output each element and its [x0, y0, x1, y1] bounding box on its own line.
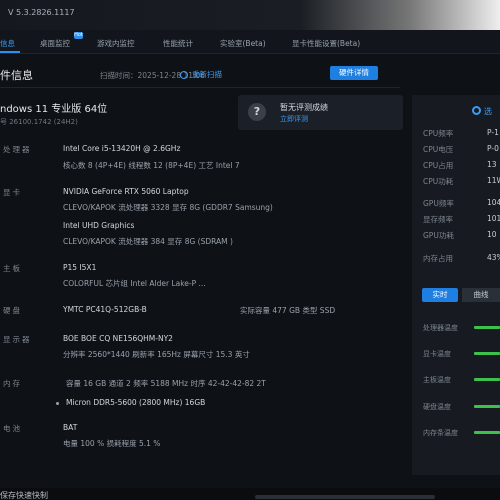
gpu1-name: NVIDIA GeForce RTX 5060 Laptop [63, 187, 189, 196]
page-title: 件信息 [0, 69, 33, 82]
gpu2-detail: CLEVO/KAPOK 流处理器 384 显存 8G (SDRAM ) [63, 237, 233, 246]
stat-label: CPU占用 [423, 161, 454, 170]
battery-detail: 电量 100 % 损耗程度 5.1 % [63, 439, 161, 448]
temp-bar [474, 405, 500, 408]
temp-label: 主板温度 [423, 376, 451, 384]
stat-value: 101 [487, 214, 500, 223]
rescan-button[interactable]: 重新扫描 [180, 69, 222, 80]
memory-detail: 容量 16 GB 通道 2 频率 5188 MHz 时序 42-42-42-82… [66, 379, 266, 388]
hardware-detail-button[interactable]: 硬件详情 [330, 66, 378, 80]
stat-label: 显存频率 [423, 215, 453, 224]
select-label[interactable]: 选 [484, 106, 492, 117]
stat-value: 43% [487, 253, 500, 262]
stat-label: 内存占用 [423, 254, 453, 263]
stat-value: 10 [487, 230, 497, 239]
refresh-icon [180, 70, 188, 79]
tab-desktop-monitor[interactable]: 桌面监控 [40, 38, 70, 49]
stat-label: CPU电压 [423, 145, 454, 154]
cpu-label: 处理器 [3, 145, 32, 154]
gpu1-detail: CLEVO/KAPOK 流处理器 3328 显存 8G (GDDR7 Samsu… [63, 203, 273, 212]
rescan-label: 重新扫描 [192, 70, 222, 79]
evaluation-title: 暂无评测成绩 [280, 103, 328, 112]
monitor-label: 显示器 [3, 335, 32, 344]
stat-label: CPU频率 [423, 129, 454, 138]
stat-label: GPU功耗 [423, 231, 454, 240]
battery-label: 电池 [3, 424, 22, 433]
temp-label: 处理器温度 [423, 324, 458, 332]
temp-label: 内存条温度 [423, 429, 458, 437]
disk-label: 硬盘 [3, 306, 22, 315]
stat-value: P-1 [487, 128, 499, 137]
gpu-label: 显卡 [3, 188, 22, 197]
stat-value: 13 [487, 160, 497, 169]
stat-label: CPU功耗 [423, 177, 454, 186]
stat-value: P-0 [487, 144, 499, 153]
mainboard-label: 主板 [3, 264, 22, 273]
gear-icon[interactable] [472, 106, 481, 115]
evaluate-now-link[interactable]: 立即评测 [280, 114, 308, 124]
stat-value: 11W [487, 176, 500, 185]
active-tab-indicator [0, 51, 20, 53]
memory-module: Micron DDR5-5600 (2800 MHz) 16GB [66, 398, 206, 407]
tab-info[interactable]: 信息 [0, 38, 15, 49]
bullet-dot [56, 402, 59, 405]
question-icon: ? [248, 103, 266, 121]
os-version: 号 26100.1742 (24H2) [0, 118, 78, 126]
gpu2-name: Intel UHD Graphics [63, 221, 135, 230]
tab-realtime[interactable]: 实时 [422, 288, 458, 302]
temp-bar [474, 378, 500, 381]
tab-ingame-monitor[interactable]: 游戏内监控 [97, 38, 135, 49]
os-name: ndows 11 专业版 64位 [0, 104, 108, 115]
cpu-name: Intel Core i5-13420H @ 2.6GHz [63, 144, 181, 153]
temp-bar [474, 431, 500, 434]
tab-performance-stats[interactable]: 性能统计 [163, 38, 193, 49]
stat-value: 104 [487, 198, 500, 207]
evaluation-card: ? 暂无评测成绩 立即评测 [238, 95, 403, 130]
bottom-text: 保存快速快制 [0, 491, 48, 500]
temp-bar [474, 352, 500, 355]
stat-label: GPU频率 [423, 199, 454, 208]
disk-name: YMTC PC41Q-512GB-B [63, 305, 147, 314]
horizontal-scrollbar[interactable] [255, 495, 435, 499]
monitor-name: BOE BOE CQ NE156QHM-NY2 [63, 334, 173, 343]
app-version: V 5.3.2826.1117 [8, 8, 75, 17]
tab-curve[interactable]: 曲线 [462, 288, 500, 302]
monitor-detail: 分辨率 2560*1440 刷新率 165Hz 屏幕尺寸 15.3 英寸 [63, 350, 250, 359]
battery-name: BAT [63, 423, 78, 432]
temp-label: 显卡温度 [423, 350, 451, 358]
temp-bar [474, 326, 500, 329]
temp-label: 硬盘温度 [423, 403, 451, 411]
tab-lab[interactable]: 实验室(Beta) [220, 38, 266, 49]
tab-gpu-settings[interactable]: 显卡性能设置(Beta) [292, 38, 360, 49]
window-background-top [0, 0, 500, 30]
disk-detail: 实际容量 477 GB 类型 SSD [240, 306, 336, 315]
mainboard-name: P15 I5X1 [63, 263, 97, 272]
mainboard-detail: COLORFUL 芯片组 Intel Alder Lake-P ... [63, 279, 206, 288]
cpu-detail: 核心数 8 (4P+4E) 线程数 12 (8P+4E) 工艺 Intel 7 [63, 161, 240, 170]
hot-badge: Hot [74, 32, 83, 39]
memory-label: 内存 [3, 379, 22, 388]
divider [0, 87, 400, 88]
